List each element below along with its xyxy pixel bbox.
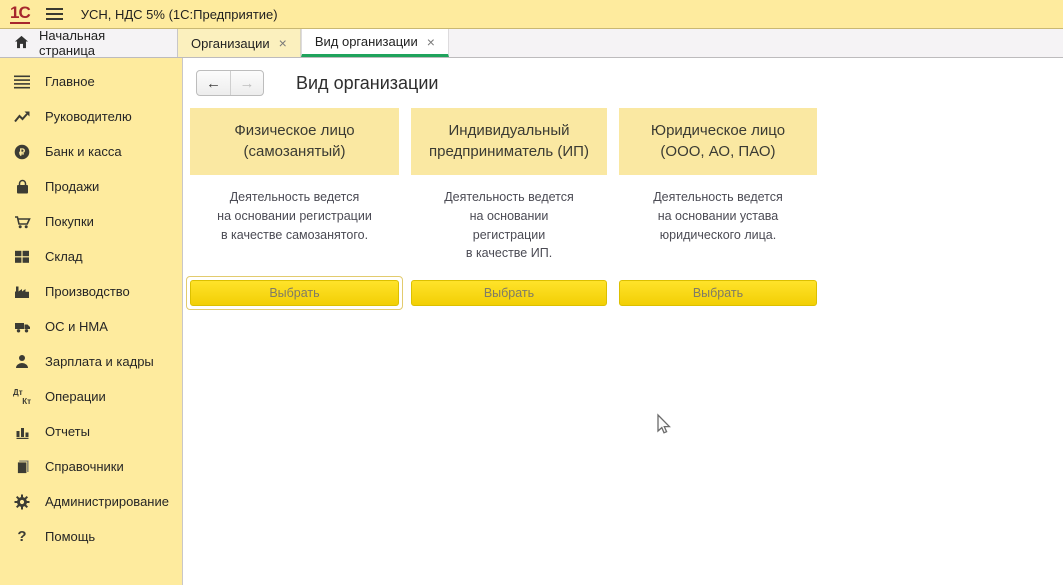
sidebar-item-salary-hr[interactable]: Зарплата и кадры [0, 344, 182, 379]
card-description: Деятельность ведется на основании устава… [619, 188, 817, 280]
shopping-bag-icon [12, 178, 32, 196]
card-description: Деятельность ведется на основании регист… [411, 188, 607, 280]
truck-icon [12, 318, 32, 336]
sidebar-item-label: Производство [45, 284, 130, 299]
sidebar-item-label: Покупки [45, 214, 94, 229]
sidebar-item-help[interactable]: ? Помощь [0, 519, 182, 554]
sidebar-item-label: ОС и НМА [45, 319, 108, 334]
gear-icon [12, 493, 32, 511]
sidebar-item-manager[interactable]: Руководителю [0, 99, 182, 134]
card-title: Индивидуальный предприниматель (ИП) [411, 108, 607, 175]
card-description: Деятельность ведется на основании регист… [190, 188, 399, 280]
card-entrepreneur: Индивидуальный предприниматель (ИП) Деят… [411, 108, 607, 306]
sidebar-item-label: Руководителю [45, 109, 132, 124]
sidebar: Главное Руководителю ₽ Банк и касса Прод… [0, 58, 183, 585]
sidebar-item-warehouse[interactable]: Склад [0, 239, 182, 274]
card-title: Юридическое лицо (ООО, АО, ПАО) [619, 108, 817, 175]
warehouse-icon [12, 248, 32, 266]
sidebar-item-operations[interactable]: Дт Кт Операции [0, 379, 182, 414]
trend-up-icon [12, 108, 32, 126]
sidebar-item-fixed-assets[interactable]: ОС и НМА [0, 309, 182, 344]
sidebar-item-label: Склад [45, 249, 83, 264]
debit-credit-icon: Дт Кт [12, 388, 32, 406]
tab-organization-type[interactable]: Вид организации × [301, 29, 449, 57]
sidebar-item-label: Справочники [45, 459, 124, 474]
back-button[interactable]: ← [197, 71, 230, 95]
tab-label: Организации [191, 36, 270, 51]
titlebar: 1С УСН, НДС 5% (1С:Предприятие) [0, 0, 1063, 28]
card-individual-selfemployed: Физическое лицо (самозанятый) Деятельнос… [190, 108, 399, 306]
books-icon [12, 458, 32, 476]
sidebar-item-purchases[interactable]: Покупки [0, 204, 182, 239]
menu-lines-icon [12, 73, 32, 91]
sidebar-item-reports[interactable]: Отчеты [0, 414, 182, 449]
tab-organizations[interactable]: Организации × [178, 29, 301, 57]
sidebar-item-label: Главное [45, 74, 95, 89]
sidebar-item-directories[interactable]: Справочники [0, 449, 182, 484]
sidebar-item-production[interactable]: Производство [0, 274, 182, 309]
sidebar-item-label: Отчеты [45, 424, 90, 439]
home-tab-label: Начальная страница [39, 28, 163, 58]
card-title: Физическое лицо (самозанятый) [190, 108, 399, 175]
home-icon [14, 35, 29, 52]
app-title: УСН, НДС 5% (1С:Предприятие) [81, 7, 278, 22]
sidebar-item-label: Помощь [45, 529, 95, 544]
history-nav: ← → [196, 70, 264, 96]
app-window: 1С УСН, НДС 5% (1С:Предприятие) Начальна… [0, 0, 1063, 585]
mouse-cursor [653, 413, 673, 435]
sidebar-item-label: Операции [45, 389, 106, 404]
sidebar-item-label: Зарплата и кадры [45, 354, 154, 369]
org-type-cards: Физическое лицо (самозанятый) Деятельнос… [190, 108, 1063, 306]
sidebar-item-label: Банк и касса [45, 144, 122, 159]
select-button-entrepreneur[interactable]: Выбрать [411, 280, 607, 306]
svg-text:₽: ₽ [19, 147, 26, 158]
main-content: ← → Вид организации Физическое лицо (сам… [183, 58, 1063, 585]
select-button-selfemployed[interactable]: Выбрать [190, 280, 399, 306]
sidebar-item-label: Администрирование [45, 494, 169, 509]
tab-label: Вид организации [315, 34, 418, 49]
forward-button[interactable]: → [230, 71, 263, 95]
close-icon[interactable]: × [427, 35, 435, 49]
tabbar: Начальная страница Организации × Вид орг… [0, 28, 1063, 58]
ruble-circle-icon: ₽ [12, 143, 32, 161]
shopping-cart-icon [12, 213, 32, 231]
main-menu-icon[interactable] [46, 5, 63, 23]
card-legal-entity: Юридическое лицо (ООО, АО, ПАО) Деятельн… [619, 108, 817, 306]
select-button-legal-entity[interactable]: Выбрать [619, 280, 817, 306]
sidebar-item-sales[interactable]: Продажи [0, 169, 182, 204]
navigation-row: ← → Вид организации [183, 58, 1063, 98]
factory-icon [12, 283, 32, 301]
page-title: Вид организации [296, 73, 438, 94]
tab-home[interactable]: Начальная страница [0, 29, 178, 57]
question-icon: ? [12, 528, 32, 546]
close-icon[interactable]: × [279, 36, 287, 50]
sidebar-item-administration[interactable]: Администрирование [0, 484, 182, 519]
sidebar-item-main[interactable]: Главное [0, 64, 182, 99]
sidebar-item-bank-cash[interactable]: ₽ Банк и касса [0, 134, 182, 169]
sidebar-item-label: Продажи [45, 179, 99, 194]
person-icon [12, 353, 32, 371]
bar-chart-icon [12, 423, 32, 441]
1c-logo-icon: 1С [10, 4, 30, 24]
